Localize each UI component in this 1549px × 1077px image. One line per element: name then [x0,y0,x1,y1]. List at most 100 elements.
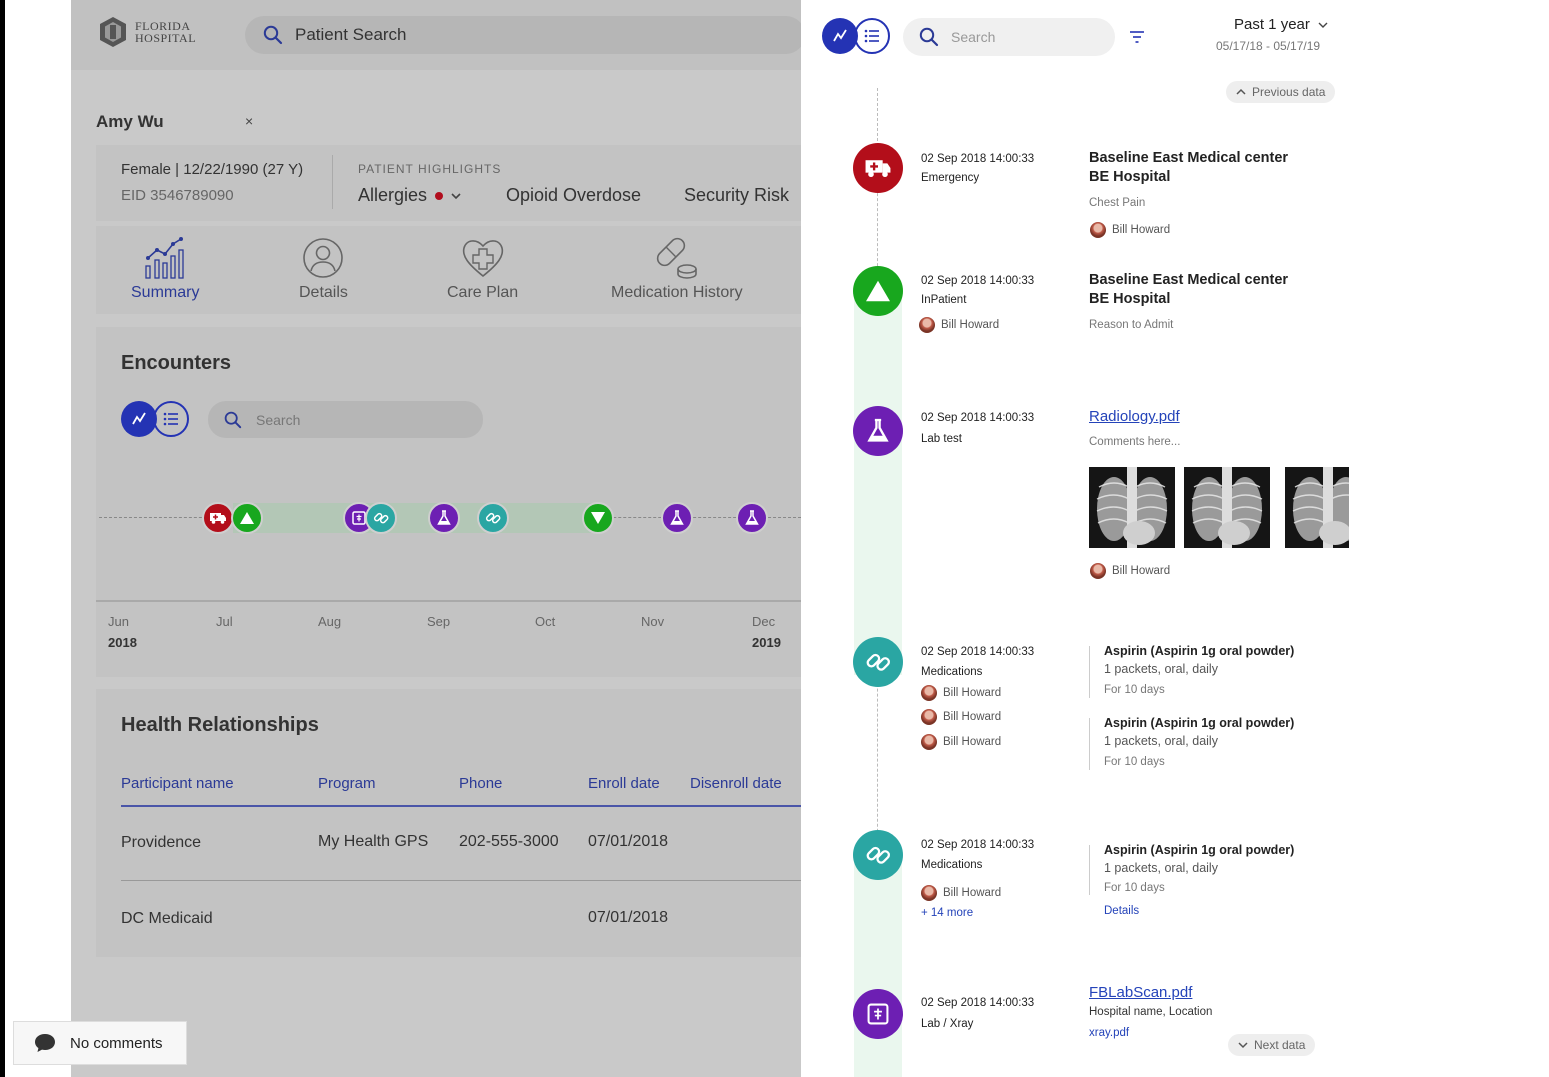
table-cell: 07/01/2018 [588,909,669,926]
entry-note: Chest Pain [1089,197,1146,209]
patient-demographics: Female | 12/22/1990 (27 Y) [121,161,304,178]
event-medication-icon[interactable] [365,502,397,534]
highlight-opioid-overdose[interactable]: Opioid Overdose [506,185,641,206]
lab-scan-file-link[interactable]: FBLabScan.pdf [1089,984,1192,1001]
patient-search-placeholder: Patient Search [295,25,407,44]
tab-summary[interactable]: Summary [131,236,199,302]
entry-hospital: Baseline East Medical center BE Hospital [1089,271,1288,309]
table-cell: Providence [121,834,202,851]
entry-hospital: Baseline East Medical center BE Hospital [1089,149,1288,187]
patient-summary-card [96,145,801,221]
person-icon [303,238,344,278]
hospital-logo-icon [100,17,126,47]
entry-type: InPatient [921,294,967,306]
list-view-button[interactable] [153,401,189,437]
table-cell: 202-555-3000 [459,833,559,850]
xray-thumbnail-2[interactable] [1184,467,1270,548]
medication-sig: 1 packets, oral, daily [1104,662,1218,676]
panel-search-placeholder: Search [951,29,996,45]
patient-tab-name[interactable]: Amy Wu [96,112,164,132]
search-icon [919,27,939,47]
entry-author: Bill Howard [1090,563,1170,579]
hospital-short-name: BE Hospital [1089,169,1171,185]
panel-search-input[interactable]: Search [903,18,1115,56]
entry-date: 02 Sep 2018 14:00:33 [921,412,1035,424]
hospital-logo[interactable]: FLORIDA HOSPITAL [97,16,196,48]
avatar [1090,222,1106,238]
event-medication-icon[interactable] [477,502,509,534]
timeline-view-button[interactable] [822,18,858,54]
medication-duration: For 10 days [1104,756,1165,768]
chart-bars-icon [145,237,184,279]
event-inpatient-admit-icon[interactable] [231,502,263,534]
more-authors-link[interactable]: + 14 more [921,907,973,919]
column-header-disenroll-date[interactable]: Disenroll date [690,775,782,792]
entry-location: Hospital name, Location [1089,1006,1213,1018]
next-data-button[interactable]: Next data [1228,1034,1316,1056]
column-header-participant[interactable]: Participant name [121,775,234,792]
event-emergency-icon[interactable] [202,502,234,534]
event-lab-icon[interactable] [428,502,460,534]
month-axis-line [96,600,801,602]
timeline-view-button[interactable] [121,401,157,437]
author-name: Bill Howard [941,319,1000,331]
table-header-underline [121,805,801,807]
xray-thumbnail-1[interactable] [1089,467,1175,548]
alert-dot-icon [435,191,444,200]
tab-details[interactable]: Details [299,236,348,302]
column-header-enroll-date[interactable]: Enroll date [588,775,660,792]
list-icon [163,412,178,426]
event-lab-icon[interactable] [736,502,768,534]
hospital-short-name: BE Hospital [1089,291,1171,307]
author-name: Bill Howard [943,736,1002,748]
highlight-security-risk[interactable]: Security Risk [684,185,789,206]
lab-icon [853,406,903,456]
radiology-file-link[interactable]: Radiology.pdf [1089,408,1180,425]
column-header-phone[interactable]: Phone [459,775,502,792]
xray-attachment-link[interactable]: xray.pdf [1089,1027,1129,1039]
table-cell: DC Medicaid [121,910,213,927]
xray-thumbnail-3[interactable] [1285,467,1349,548]
filter-icon[interactable] [1129,30,1145,44]
entry-author: Bill Howard [921,734,1001,750]
highlight-allergies[interactable]: Allergies [358,185,461,206]
event-inpatient-discharge-icon[interactable] [582,502,614,534]
avatar [921,685,937,701]
xray-frame-icon [867,1003,889,1025]
inpatient-stay-band [233,503,603,533]
period-range: 05/17/18 - 05/17/19 [1216,39,1321,53]
medication-name: Aspirin (Aspirin 1g oral powder) [1104,843,1295,857]
triangle-up-icon [240,512,254,524]
column-header-program[interactable]: Program [318,775,376,792]
search-icon [224,411,242,428]
tab-summary-label: Summary [131,284,200,301]
triangle-up-icon [866,280,890,302]
encounters-view-toggle [121,401,189,437]
patient-tab-close-button[interactable]: × [245,113,253,129]
table-row-divider [121,880,801,881]
month-label: Dec [752,614,776,629]
author-name: Bill Howard [943,887,1002,899]
tab-details-label: Details [299,284,348,301]
details-link[interactable]: Details [1104,905,1139,917]
period-dropdown[interactable]: Past 1 year [1234,16,1328,33]
list-icon [864,29,879,43]
screen: FLORIDA HOSPITAL Patient Search Amy Wu ×… [0,0,1549,1077]
avatar [919,317,935,333]
previous-data-button[interactable]: Previous data [1226,81,1336,103]
comments-button[interactable]: No comments [13,1021,187,1065]
pill-icon [866,846,891,864]
author-name: Bill Howard [1112,224,1171,236]
tab-care-plan[interactable]: Care Plan [447,236,518,302]
tab-medication-history[interactable]: Medication History [611,236,743,302]
month-label: Oct [535,614,556,629]
event-lab-icon[interactable] [661,502,693,534]
chevron-down-icon [1318,22,1328,28]
encounters-search-input[interactable]: Search [208,401,483,438]
entry-date: 02 Sep 2018 14:00:33 [921,646,1035,658]
patient-search-input[interactable]: Patient Search [245,16,801,54]
logo-line-2: HOSPITAL [135,31,197,45]
flask-icon [867,418,889,442]
list-view-button[interactable] [854,18,890,54]
avatar [1090,563,1106,579]
